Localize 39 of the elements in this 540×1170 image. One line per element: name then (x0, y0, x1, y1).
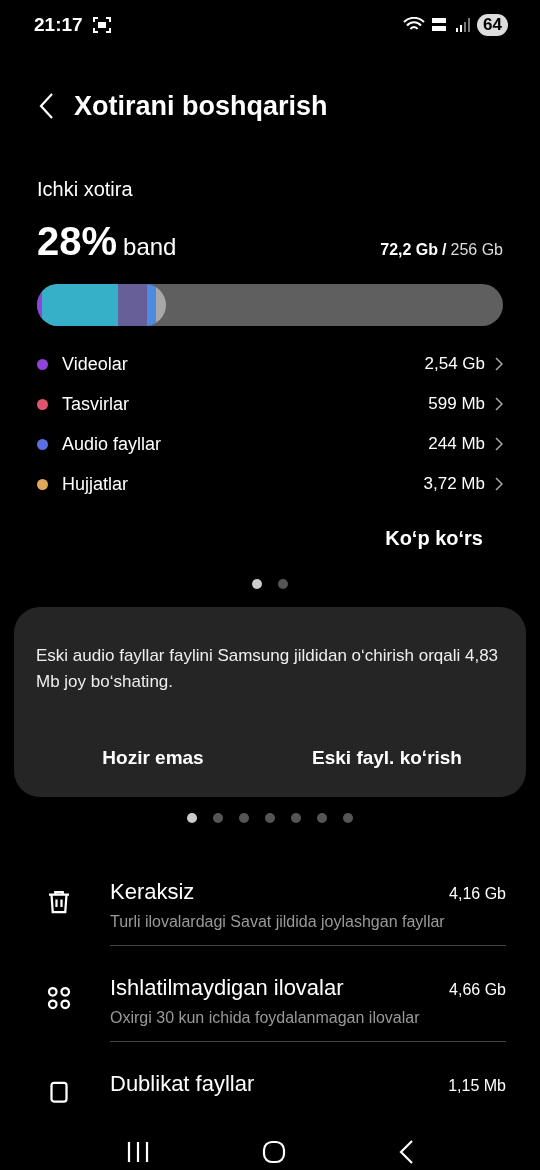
dismiss-button[interactable]: Hozir emas (36, 739, 270, 777)
item-size: 4,16 Gb (449, 885, 506, 903)
back-button[interactable] (398, 1140, 414, 1164)
category-name[interactable]: Audio fayllar (62, 433, 162, 455)
chevron-icon (495, 477, 503, 491)
used-size: 72,2 Gb (380, 241, 439, 259)
storage-label: Ichki xotira (37, 178, 134, 201)
clock: 21:17 (34, 14, 83, 36)
total-size: 256 Gb (450, 241, 503, 259)
battery-level: 64 (477, 14, 508, 36)
item-description: Turli ilovalardagi Savat jildida joylashgan fayllar (110, 913, 446, 931)
recent-apps-button[interactable] (126, 1141, 150, 1163)
suggestion-text: Eski audio fayllar faylini Samsung jildidan oʻchirish orqali 4,83 Mb joy boʻshating. (36, 645, 500, 693)
page-title: Xotirani boshqarish (74, 90, 328, 122)
item-size: 4,66 Gb (449, 981, 506, 999)
category-name[interactable]: Videolar (62, 353, 128, 375)
chevron-icon (495, 397, 503, 411)
item-title[interactable]: Keraksiz (110, 879, 195, 905)
view-files-button[interactable]: Eski fayl. koʻrish (270, 739, 504, 777)
category-size: 599 Mb (428, 394, 485, 414)
home-button[interactable] (262, 1140, 286, 1164)
category-size: 3,72 Mb (423, 474, 485, 494)
category-size: 2,54 Gb (424, 354, 485, 374)
size-separator: / (442, 241, 447, 259)
category-size: 244 Mb (428, 434, 485, 454)
item-title[interactable]: Ishlatilmaydigan ilovalar (110, 975, 344, 1001)
item-title[interactable]: Dublikat fayllar (110, 1071, 255, 1097)
item-description: Oxirgi 30 kun ichida foydalanmagan ilovalar (110, 1009, 421, 1027)
category-name[interactable]: Tasvirlar (62, 393, 129, 415)
usage-percent: 28% (37, 219, 118, 264)
screenshot-icon (92, 17, 111, 33)
chevron-icon (495, 437, 503, 451)
see-more-button[interactable]: Koʻp koʻrs (379, 526, 489, 551)
back-icon[interactable] (38, 92, 54, 120)
chevron-icon (495, 357, 503, 371)
usage-suffix: band (123, 233, 177, 261)
signal-icon (455, 17, 472, 33)
item-size: 1,15 Mb (448, 1077, 506, 1095)
category-name[interactable]: Hujjatlar (62, 473, 129, 495)
